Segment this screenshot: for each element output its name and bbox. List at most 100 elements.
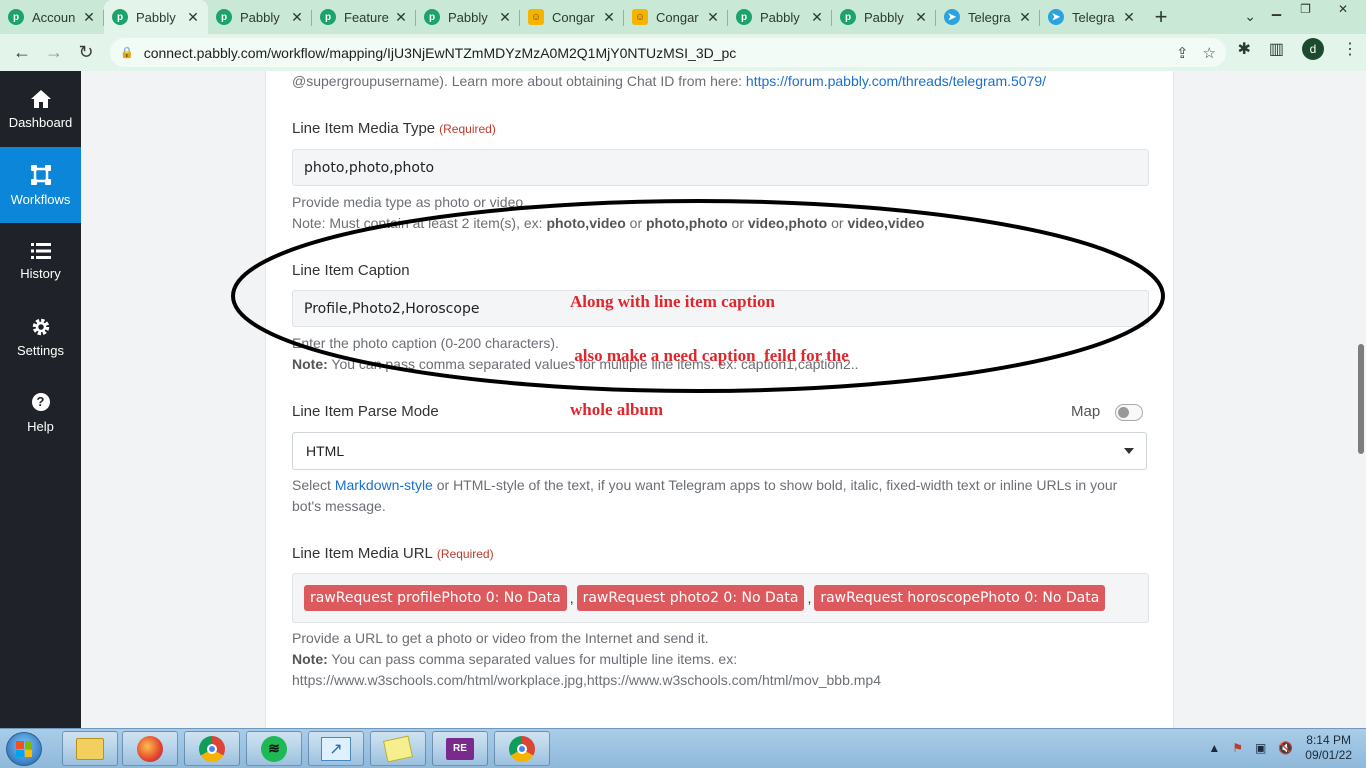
browser-tab-active[interactable]: p Pabbly ✕ <box>104 0 208 34</box>
sidebar-item-workflows[interactable]: Workflows <box>0 147 81 223</box>
annotation-line: also make a need caption feild for the <box>570 346 849 365</box>
required-badge: (Required) <box>436 547 494 561</box>
close-tab-icon[interactable]: ✕ <box>810 9 824 26</box>
browser-tab[interactable]: p Pabbly ✕ <box>416 0 520 34</box>
tab-search-icon[interactable]: ⌄ <box>1244 8 1256 25</box>
close-tab-icon[interactable]: ✕ <box>186 9 200 26</box>
map-toggle-label: Map <box>1071 403 1101 420</box>
browser-tab[interactable]: ☺ Congar ✕ <box>624 0 728 34</box>
workflow-icon <box>30 164 51 185</box>
pabbly-favicon-icon: p <box>736 9 752 25</box>
congrats-favicon-icon: ☺ <box>632 9 648 25</box>
browser-tab[interactable]: p Feature ✕ <box>312 0 416 34</box>
map-toggle[interactable] <box>1115 404 1143 421</box>
close-window-button[interactable]: ✕ <box>1320 0 1366 18</box>
app-sidebar: Dashboard Workflows History Settings ? H… <box>0 71 81 728</box>
mapped-field-tag[interactable]: rawRequest photo2 0: No Data <box>576 585 805 611</box>
network-icon[interactable]: ▣ <box>1255 741 1266 755</box>
taskbar-chrome[interactable] <box>494 731 550 766</box>
sticky-notes-icon <box>382 735 414 762</box>
lock-icon[interactable]: 🔒 <box>120 46 134 59</box>
sidebar-item-help[interactable]: ? Help <box>0 375 81 451</box>
close-tab-icon[interactable]: ✕ <box>498 9 512 26</box>
share-icon[interactable]: ⇪ <box>1176 44 1189 62</box>
folder-icon <box>76 737 104 760</box>
sidebar-item-history[interactable]: History <box>0 223 81 299</box>
close-tab-icon[interactable]: ✕ <box>1122 9 1136 26</box>
spotify-icon: ≋ <box>261 735 287 762</box>
browser-tab[interactable]: p Pabbly ✕ <box>832 0 936 34</box>
system-tray: ▲ ⚑ ▣ 🔇 8:14 PM 09/01/22 <box>1208 733 1352 763</box>
new-tab-button[interactable]: + <box>1144 0 1178 34</box>
scrollbar-thumb[interactable] <box>1358 344 1364 454</box>
volume-icon[interactable]: 🔇 <box>1278 741 1293 755</box>
browser-tab[interactable]: p Pabbly ✕ <box>728 0 832 34</box>
close-tab-icon[interactable]: ✕ <box>1018 9 1032 26</box>
start-button[interactable] <box>6 732 42 766</box>
tab-title: Pabbly <box>136 9 176 25</box>
browser-tab[interactable]: p Pabbly ✕ <box>208 0 312 34</box>
mapped-field-tag[interactable]: rawRequest profilePhoto 0: No Data <box>304 585 567 611</box>
media-url-help: Provide a URL to get a photo or video fr… <box>292 628 881 691</box>
annotation-text: Along with line item caption also make a… <box>570 257 849 437</box>
home-icon <box>30 89 51 108</box>
media-type-help-line: Provide media type as photo or video. <box>292 194 528 210</box>
taskbar-firefox[interactable] <box>122 731 178 766</box>
browser-menu-icon[interactable]: ⋮ <box>1342 39 1358 59</box>
mapped-field-tag[interactable]: rawRequest horoscopePhoto 0: No Data <box>814 585 1106 611</box>
annotation-line: Along with line item caption <box>570 292 775 311</box>
parse-mode-value: HTML <box>306 443 345 459</box>
chat-id-help: @supergroupusername). Learn more about o… <box>292 71 1046 92</box>
page-scrollbar[interactable] <box>1356 71 1366 728</box>
pabbly-favicon-icon: p <box>112 9 128 25</box>
taskbar-sticky-notes[interactable] <box>370 731 426 766</box>
taskbar-file-explorer[interactable] <box>62 731 118 766</box>
media-type-input[interactable]: photo,photo,photo <box>292 149 1149 186</box>
close-tab-icon[interactable]: ✕ <box>394 9 408 26</box>
close-tab-icon[interactable]: ✕ <box>914 9 928 26</box>
taskbar-winrar[interactable]: RE <box>432 731 488 766</box>
minimize-button[interactable]: ▁ <box>1262 0 1291 18</box>
bookmark-star-icon[interactable]: ☆ <box>1203 44 1216 62</box>
forward-icon[interactable]: → <box>38 37 70 69</box>
chat-id-help-link[interactable]: https://forum.pabbly.com/threads/telegra… <box>746 73 1046 89</box>
profile-avatar[interactable]: d <box>1302 38 1324 60</box>
close-tab-icon[interactable]: ✕ <box>290 9 304 26</box>
tab-title: Pabbly <box>760 9 800 25</box>
browser-tab[interactable]: p Accoun ✕ <box>0 0 104 34</box>
extensions-icon[interactable]: ✱ <box>1237 39 1250 59</box>
side-panel-icon[interactable]: ▥ <box>1269 39 1284 59</box>
tab-title: Pabbly <box>240 9 280 25</box>
close-tab-icon[interactable]: ✕ <box>82 9 96 26</box>
media-url-example: https://www.w3schools.com/html/workplace… <box>292 672 882 688</box>
media-url-label-text: Line Item Media URL <box>292 545 433 562</box>
address-bar[interactable]: 🔒 connect.pabbly.com/workflow/mapping/Ij… <box>110 38 1226 67</box>
gear-icon <box>32 318 49 335</box>
restore-button[interactable]: ❐ <box>1291 0 1320 18</box>
system-clock[interactable]: 8:14 PM 09/01/22 <box>1305 733 1352 763</box>
close-tab-icon[interactable]: ✕ <box>602 9 616 26</box>
browser-tab[interactable]: ➤ Telegra ✕ <box>1040 0 1144 34</box>
action-center-icon[interactable]: ⚑ <box>1232 741 1243 755</box>
parse-mode-help-line2: bot's message. <box>292 498 386 514</box>
sidebar-item-label: History <box>20 265 61 281</box>
tray-overflow-icon[interactable]: ▲ <box>1208 741 1220 755</box>
windows-logo-icon <box>16 741 32 757</box>
media-url-input[interactable]: rawRequest profilePhoto 0: No Data , raw… <box>292 573 1149 623</box>
markdown-style-link[interactable]: Markdown-style <box>335 477 433 493</box>
taskbar-chrome[interactable] <box>184 731 240 766</box>
telegram-favicon-icon: ➤ <box>1048 9 1064 25</box>
back-icon[interactable]: ← <box>6 37 38 69</box>
reload-icon[interactable]: ↻ <box>70 37 102 69</box>
browser-tab[interactable]: ➤ Telegra ✕ <box>936 0 1040 34</box>
close-tab-icon[interactable]: ✕ <box>706 9 720 26</box>
taskbar-snipping-tool[interactable]: ↗ <box>308 731 364 766</box>
taskbar-spotify[interactable]: ≋ <box>246 731 302 766</box>
caption-label: Line Item Caption <box>292 262 410 279</box>
browser-tab[interactable]: ☺ Congar ✕ <box>520 0 624 34</box>
sidebar-item-dashboard[interactable]: Dashboard <box>0 71 81 147</box>
browser-tab-strip: p Accoun ✕ p Pabbly ✕ p Pabbly ✕ p Feature ✕ p Pa… <box>0 0 1366 34</box>
parse-mode-select[interactable]: HTML <box>292 432 1147 470</box>
pabbly-favicon-icon: p <box>840 9 856 25</box>
sidebar-item-settings[interactable]: Settings <box>0 299 81 375</box>
